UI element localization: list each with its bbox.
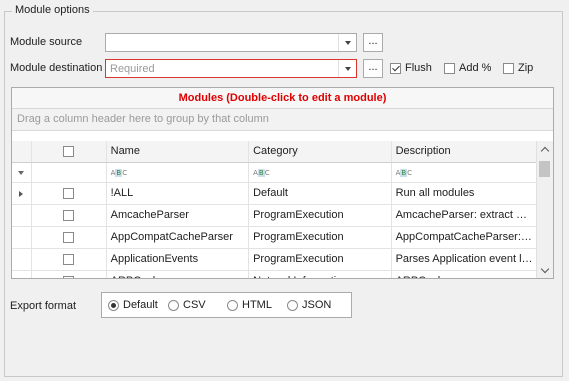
cell-description[interactable]: AppCompatCacheParser: extract <box>392 227 537 248</box>
row-checkbox[interactable] <box>63 232 75 243</box>
auto-filter-row[interactable]: ABC ABC ABC <box>12 163 537 183</box>
row-indicator-cell <box>12 271 32 278</box>
add-percent-checkbox[interactable] <box>444 62 455 74</box>
filter-description-cell[interactable]: ABC <box>392 163 537 182</box>
row-select-cell[interactable] <box>32 227 107 248</box>
header-indicator-cell <box>12 141 32 162</box>
chevron-down-icon <box>540 264 550 273</box>
abc-filter-icon: ABC <box>395 169 413 177</box>
chevron-down-icon <box>344 40 351 45</box>
cell-description[interactable]: AmcacheParser: extract programs <box>392 205 537 226</box>
cell-description[interactable]: ARPCache <box>392 271 537 278</box>
grid-header-row: Name Category Description <box>12 141 537 163</box>
export-option-label: JSON <box>302 299 332 311</box>
row-checkbox[interactable] <box>63 188 75 199</box>
flush-option[interactable]: Flush <box>390 62 432 74</box>
cell-category[interactable]: ProgramExecution <box>249 227 392 248</box>
module-destination-combo[interactable] <box>105 59 357 78</box>
radio-html[interactable] <box>227 299 238 311</box>
select-all-cell[interactable] <box>32 141 107 162</box>
export-format-label: Export format <box>10 300 77 312</box>
zip-checkbox[interactable] <box>503 62 514 74</box>
export-option-csv[interactable]: CSV <box>168 299 206 311</box>
cell-description[interactable]: Parses Application event logs <box>392 249 537 270</box>
export-option-label: CSV <box>183 299 206 311</box>
current-row-arrow-icon <box>19 190 24 197</box>
module-source-input[interactable] <box>106 34 338 51</box>
add-percent-label: Add % <box>459 62 492 74</box>
row-checkbox[interactable] <box>63 210 75 221</box>
filter-indicator-cell <box>12 163 32 182</box>
filter-category-cell[interactable]: ABC <box>249 163 392 182</box>
radio-default[interactable] <box>108 299 119 311</box>
cell-category[interactable]: Default <box>249 183 392 204</box>
table-row[interactable]: ApplicationEvents ProgramExecution Parses … <box>12 249 537 271</box>
cell-name[interactable]: ARPCache <box>107 271 250 278</box>
export-option-label: Default <box>123 299 158 311</box>
add-percent-option[interactable]: Add % <box>444 62 491 74</box>
filter-check-cell <box>32 163 107 182</box>
table-row[interactable]: AppCompatCacheParser ProgramExecution AppC… <box>12 227 537 249</box>
group-by-panel[interactable]: Drag a column header here to group by th… <box>12 109 553 131</box>
cell-name[interactable]: !ALL <box>107 183 250 204</box>
row-indicator-cell <box>12 227 32 248</box>
chevron-down-icon <box>344 66 351 71</box>
flush-checkbox[interactable] <box>390 62 401 74</box>
cell-category[interactable]: ProgramExecution <box>249 205 392 226</box>
cell-name[interactable]: AppCompatCacheParser <box>107 227 250 248</box>
module-destination-input[interactable] <box>106 60 338 77</box>
export-option-html[interactable]: HTML <box>227 299 272 311</box>
row-select-cell[interactable] <box>32 205 107 226</box>
zip-option[interactable]: Zip <box>503 62 533 74</box>
cell-description[interactable]: Run all modules <box>392 183 537 204</box>
grid-vertical-scrollbar[interactable] <box>536 141 553 278</box>
row-indicator-cell <box>12 205 32 226</box>
abc-filter-icon: ABC <box>110 169 128 177</box>
scroll-up-button[interactable] <box>537 141 553 157</box>
scroll-down-button[interactable] <box>537 262 553 278</box>
radio-json[interactable] <box>287 299 298 311</box>
cell-category[interactable]: NetworkInformation <box>249 271 392 278</box>
scroll-thumb[interactable] <box>539 161 550 177</box>
export-option-json[interactable]: JSON <box>287 299 331 311</box>
row-indicator-cell <box>12 183 32 204</box>
table-row[interactable]: ARPCacheNetworkInformationARPCache <box>12 271 537 278</box>
module-source-browse-button[interactable]: ... <box>363 33 383 52</box>
export-option-label: HTML <box>242 299 272 311</box>
row-checkbox[interactable] <box>63 254 75 265</box>
table-row[interactable]: AmcacheParser ProgramExecution AmcachePars… <box>12 205 537 227</box>
module-destination-browse-button[interactable]: ... <box>363 59 383 78</box>
grid-caption: Modules (Double-click to edit a module) <box>12 88 553 109</box>
cell-name[interactable]: AmcacheParser <box>107 205 250 226</box>
row-select-cell[interactable] <box>32 249 107 270</box>
row-select-cell[interactable] <box>32 183 107 204</box>
zip-label: Zip <box>518 62 534 74</box>
module-source-label: Module source <box>10 36 83 48</box>
chevron-up-icon <box>540 146 550 155</box>
module-destination-dropdown-button[interactable] <box>338 60 356 77</box>
cell-name[interactable]: ApplicationEvents <box>107 249 250 270</box>
row-select-cell[interactable] <box>32 271 107 278</box>
cell-category[interactable]: ProgramExecution <box>249 249 392 270</box>
modules-grid[interactable]: Modules (Double-click to edit a module) … <box>11 87 554 279</box>
column-header-description[interactable]: Description <box>392 141 537 162</box>
module-source-combo[interactable] <box>105 33 357 52</box>
abc-filter-icon: ABC <box>253 169 270 177</box>
column-header-name[interactable]: Name <box>107 141 250 162</box>
column-header-category[interactable]: Category <box>249 141 392 162</box>
select-all-checkbox[interactable] <box>63 146 75 157</box>
radio-csv[interactable] <box>168 299 179 311</box>
export-format-radio-group: Default CSV HTML JSON <box>101 292 352 318</box>
module-source-dropdown-button[interactable] <box>338 34 356 51</box>
export-option-default[interactable]: Default <box>108 299 158 311</box>
flush-label: Flush <box>405 62 432 74</box>
row-indicator-cell <box>12 249 32 270</box>
row-checkbox[interactable] <box>63 276 75 278</box>
module-destination-label: Module destination <box>10 62 103 74</box>
filter-funnel-icon <box>18 170 25 175</box>
table-row[interactable]: !ALL Default Run all modules <box>12 183 537 205</box>
filter-name-cell[interactable]: ABC <box>107 163 250 182</box>
group-title: Module options <box>12 4 93 16</box>
